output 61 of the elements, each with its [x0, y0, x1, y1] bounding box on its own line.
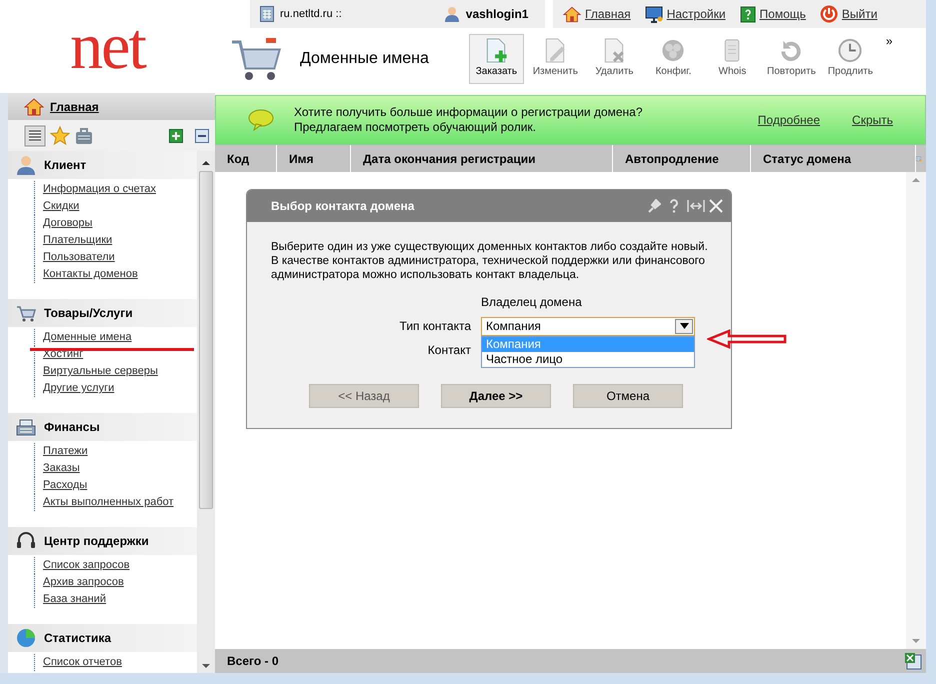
select-value: Компания: [486, 318, 541, 335]
cart-icon: [230, 36, 282, 82]
column-header[interactable]: Автопродление: [613, 145, 751, 172]
headset-icon: [16, 531, 36, 551]
toolbar-button[interactable]: Заказать: [468, 34, 524, 84]
house-icon: [24, 98, 44, 116]
banner-text: Хотите получить больше информации о регистрации домена? Предлагаем посмотреть обучающий ролик.: [294, 105, 644, 135]
section-label: Владелец домена: [481, 294, 582, 311]
banner-link[interactable]: Скрыть: [852, 111, 893, 129]
speech-bubble-icon: [248, 109, 274, 131]
dialog-button[interactable]: Далее >>: [441, 384, 551, 408]
dropdown-option[interactable]: Частное лицо: [482, 352, 694, 366]
pie-chart-icon: [16, 628, 36, 648]
monitor-icon: [644, 6, 663, 22]
cash-register-icon: [16, 418, 36, 436]
field-label: Тип контакта: [400, 319, 471, 333]
expand-icon[interactable]: [169, 128, 183, 142]
house-icon: [563, 6, 581, 22]
dialog-title: Выбор контакта домена: [271, 198, 416, 215]
group-title: Клиент: [44, 157, 86, 174]
star-icon[interactable]: [50, 126, 70, 146]
column-header[interactable]: Код: [215, 145, 277, 172]
group-title: Финансы: [44, 419, 100, 436]
field-label: Контакт: [428, 343, 471, 357]
help-icon[interactable]: [669, 199, 679, 213]
nav-link[interactable]: Помощь: [760, 5, 806, 23]
resize-icon[interactable]: [687, 199, 705, 213]
dialog-button[interactable]: Отмена: [573, 384, 683, 408]
user-icon: [444, 6, 460, 22]
username: vashlogin1: [466, 6, 528, 23]
dropdown-caret-icon[interactable]: [675, 318, 693, 334]
briefcase-icon[interactable]: [74, 126, 94, 146]
more-button[interactable]: »: [886, 32, 893, 50]
home-link[interactable]: Главная: [50, 98, 99, 116]
nav-link[interactable]: Настройки: [666, 5, 726, 23]
collapse-icon[interactable]: [195, 128, 209, 142]
page-title: Доменные имена: [300, 49, 429, 69]
user-icon: [16, 155, 36, 175]
nav-link[interactable]: Выйти: [842, 5, 878, 23]
list-icon[interactable]: [24, 124, 46, 146]
logo-text: net: [69, 8, 147, 84]
dialog-text: Выберите один из уже существующих доменных контактов либо создайте новый. В качестве контактов администратора, технической поддержки или финансового администратора можно использовать контакт владельца.: [271, 240, 709, 282]
total-count: Всего - 0: [227, 653, 279, 670]
banner-link[interactable]: Подробнее: [758, 111, 820, 129]
group-title: Статистика: [44, 630, 112, 647]
clock-icon: [836, 37, 864, 64]
site-name: ru.netltd.ru ::: [280, 6, 342, 22]
column-header[interactable]: Имя: [277, 145, 351, 172]
calculator-icon: [260, 6, 274, 22]
scrollbar[interactable]: [197, 151, 215, 673]
cart-icon: [16, 304, 36, 322]
column-header[interactable]: Дата окончания регистрации: [351, 145, 613, 172]
scrollbar[interactable]: [906, 172, 926, 649]
close-icon[interactable]: [709, 199, 723, 213]
power-icon: [820, 5, 838, 23]
nav-link[interactable]: Главная: [585, 5, 631, 23]
pin-icon[interactable]: [647, 199, 661, 213]
group-title: Товары/Услуги: [44, 305, 133, 322]
group-title: Центр поддержки: [44, 533, 149, 550]
help-book-icon: [740, 6, 756, 22]
excel-export-icon[interactable]: [904, 652, 922, 670]
